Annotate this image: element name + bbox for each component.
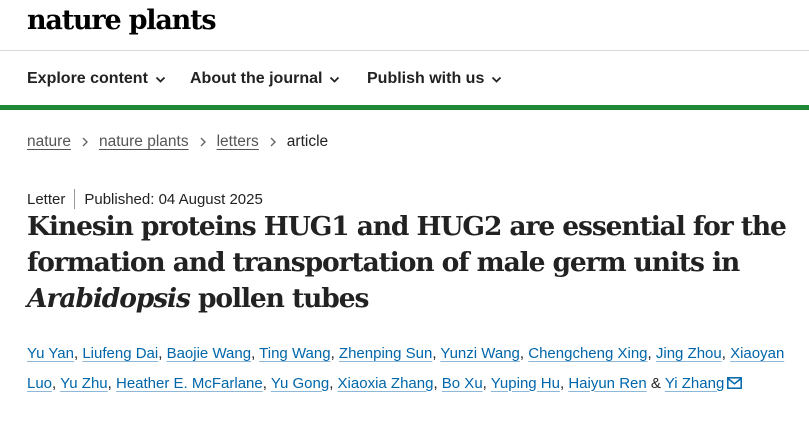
author-link[interactable]: Xiaoxia Zhang [338,375,434,392]
breadcrumb-nature-plants[interactable]: nature plants [99,133,189,151]
author-separator: , [721,345,726,362]
chevron-down-icon [492,76,502,83]
author-link[interactable]: Zhenping Sun [339,345,432,362]
author-link[interactable]: Ting Wang [259,345,330,362]
title-italic: Arabidopsis [27,283,191,314]
author-link[interactable]: Yi Zhang [665,375,724,392]
author-separator: , [251,345,256,362]
author-connector: & [650,374,661,392]
author-separator: , [519,345,525,362]
author-separator: , [74,345,79,362]
author-link[interactable]: Heather E. McFarlane [116,375,263,392]
author-separator: , [262,374,267,392]
breadcrumb-letters[interactable]: letters [217,133,259,151]
nav-label: Publish with us [367,70,485,87]
title-part-1: Kinesin proteins HUG1 and HUG2 are essen… [27,211,787,278]
nav-about-journal[interactable]: About the journal [190,70,340,88]
site-header: nature plants [0,0,809,51]
nav-explore-content[interactable]: Explore content [27,70,166,88]
author-separator: , [559,374,565,392]
author-list: Yu Yan, Liufeng Dai, Baojie Wang, Ting W… [27,339,787,398]
article-meta: Letter Published: 04 August 2025 [27,189,263,209]
chevron-right-icon [82,137,88,147]
author-separator: , [432,345,437,362]
chevron-right-icon [200,137,206,147]
publish-date: Published: 04 August 2025 [84,190,263,208]
author-separator: , [52,374,57,392]
author-separator: , [158,345,163,362]
title-part-2: pollen tubes [189,283,369,314]
author-link[interactable]: Baojie Wang [167,345,252,362]
breadcrumb-current: article [286,133,329,150]
chevron-down-icon [330,76,340,83]
author-link[interactable]: Chengcheng Xing [528,345,647,362]
author-separator: , [107,374,112,392]
nav-label: About the journal [190,70,323,87]
author-separator: , [647,345,652,362]
nav-publish-with-us[interactable]: Publish with us [367,70,502,88]
author-separator: , [329,374,334,392]
author-link[interactable]: Yu Yan [27,345,74,362]
breadcrumb: nature nature plants letters article [27,133,328,151]
meta-divider [74,189,76,209]
author-link[interactable]: Jing Zhou [656,345,722,362]
article-title: Kinesin proteins HUG1 and HUG2 are essen… [27,209,787,317]
author-link[interactable]: Haiyun Ren [568,375,646,392]
author-link[interactable]: Yu Zhu [60,375,108,392]
nav-label: Explore content [27,70,148,87]
author-link[interactable]: Yuping Hu [491,375,560,392]
chevron-right-icon [270,137,276,147]
author-separator: , [330,345,335,362]
main-nav: Explore content About the journal Publis… [0,51,809,105]
author-link[interactable]: Yu Gong [271,375,329,392]
author-link[interactable]: Bo Xu [442,375,483,392]
article-type: Letter [27,190,66,208]
author-separator: , [433,374,438,392]
author-link[interactable]: Yunzi Wang [440,345,520,362]
author-link[interactable]: Liufeng Dai [82,345,158,362]
author-separator: , [482,374,487,392]
accent-divider [0,105,809,110]
chevron-down-icon [155,76,166,83]
mail-icon[interactable] [727,376,743,389]
site-logo[interactable]: nature plants [27,5,217,36]
breadcrumb-nature[interactable]: nature [27,133,71,151]
